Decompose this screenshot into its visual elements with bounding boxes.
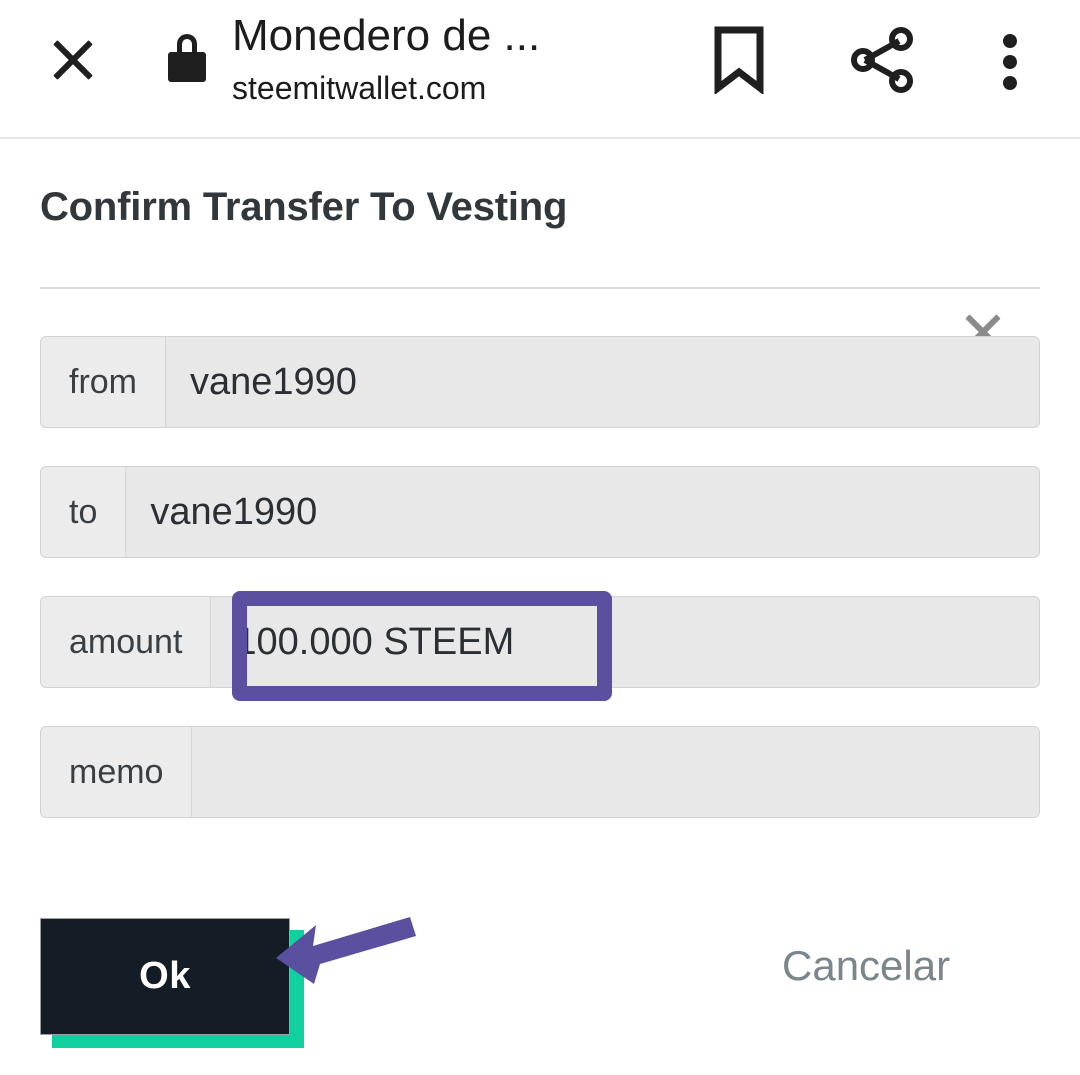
row-value-from: vane1990 (166, 337, 1039, 427)
more-dot (1003, 55, 1017, 69)
row-label-to: to (41, 467, 127, 557)
transfer-details-list: from vane1990 to vane1990 amount 100.000… (40, 336, 1040, 856)
page-title: Monedero de ... (232, 11, 541, 60)
close-tab-icon[interactable] (44, 30, 102, 88)
browser-top-bar: Monedero de ... steemitwallet.com (0, 0, 1080, 139)
lock-icon (168, 34, 206, 82)
table-row-memo: memo (40, 726, 1040, 818)
row-label-memo: memo (41, 727, 193, 817)
more-vertical-icon[interactable] (985, 26, 1035, 94)
ok-button-label: Ok (139, 955, 191, 997)
table-row-amount: amount 100.000 STEEM (40, 596, 1040, 688)
more-dot (1003, 76, 1017, 90)
table-row-to: to vane1990 (40, 466, 1040, 558)
bookmark-icon[interactable] (710, 26, 768, 96)
row-label-amount: amount (41, 597, 212, 687)
lock-body (168, 52, 206, 82)
cancel-button[interactable]: Cancelar (782, 942, 950, 990)
row-value-memo (192, 727, 1039, 817)
share-icon[interactable] (848, 26, 916, 94)
row-value-amount: 100.000 STEEM (211, 597, 1039, 687)
page-url: steemitwallet.com (232, 70, 487, 106)
dialog-title: Confirm Transfer To Vesting (40, 185, 568, 229)
table-row-from: from vane1990 (40, 336, 1040, 428)
row-label-from: from (41, 337, 166, 427)
screen-root: Monedero de ... steemitwallet.com Confir… (0, 0, 1080, 1075)
dialog-divider (40, 287, 1040, 289)
page-identity: Monedero de ... steemitwallet.com (232, 8, 652, 110)
more-dot (1003, 34, 1017, 48)
row-value-to: vane1990 (126, 467, 1039, 557)
ok-button[interactable]: Ok (40, 918, 290, 1035)
